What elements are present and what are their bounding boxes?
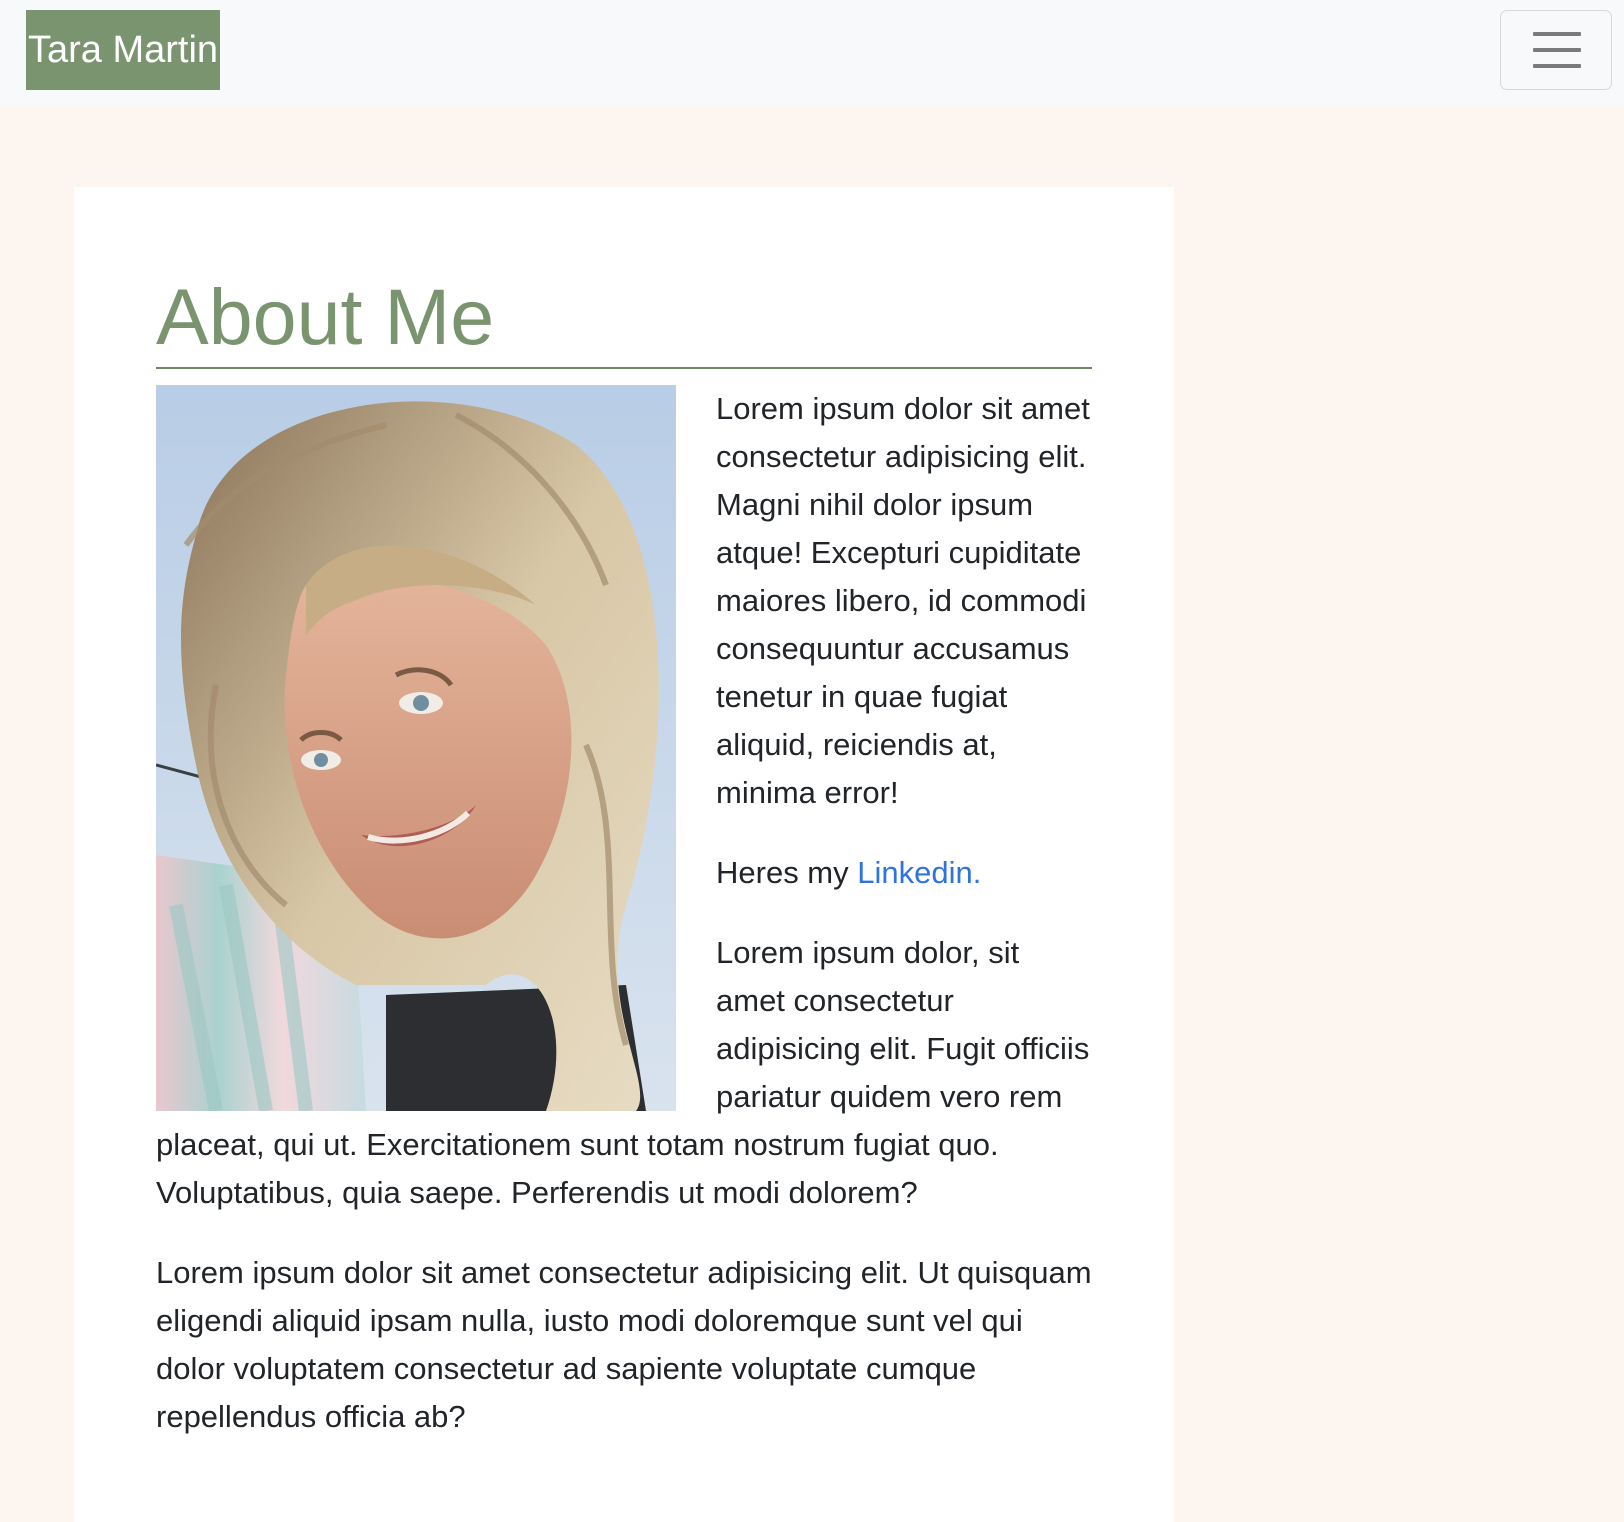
brand-link[interactable]: Tara Martin [26, 10, 221, 90]
hamburger-menu-icon [1533, 32, 1581, 68]
profile-photo [156, 385, 676, 1111]
about-section: About Me Lorem ipsum dolor sit amet cons… [156, 267, 1092, 1473]
linkedin-link[interactable]: Linkedin. [857, 855, 981, 890]
page-title: About Me [156, 272, 495, 361]
title-divider [156, 367, 1092, 369]
linkedin-prefix: Heres my [716, 855, 858, 890]
navbar: Tara Martin [0, 0, 1624, 105]
navbar-toggler-button[interactable] [1500, 10, 1612, 90]
about-paragraph-3: Lorem ipsum dolor sit amet consectetur a… [156, 1255, 1092, 1434]
about-card: About Me Lorem ipsum dolor sit amet cons… [74, 187, 1174, 1522]
